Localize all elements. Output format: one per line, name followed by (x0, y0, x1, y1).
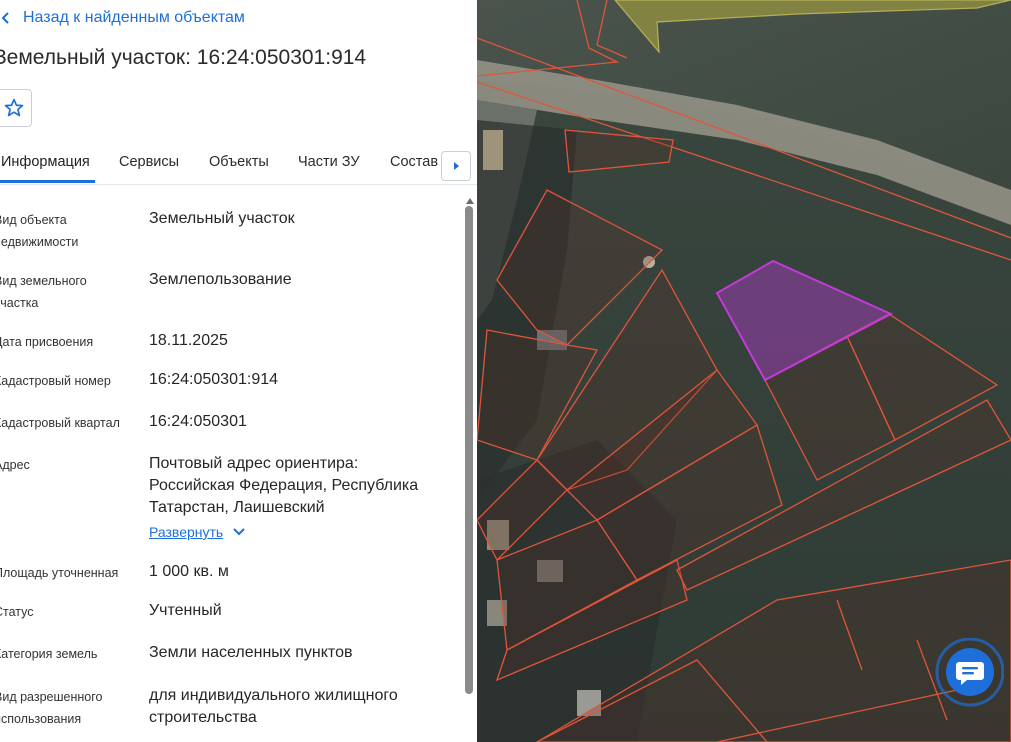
chevron-left-icon (1, 12, 9, 24)
back-link-label: Назад к найденным объектам (23, 9, 245, 26)
info-label: Вид земельного участка (0, 274, 87, 310)
info-label: Категория земель (0, 647, 98, 661)
page-title: Земельный участок: 16:24:050301:914 (0, 46, 367, 69)
info-value: 1 000 кв. м (149, 563, 229, 580)
info-value: Учтенный (149, 602, 222, 619)
info-value: Почтовый адрес ориентира: Российская Фед… (149, 455, 419, 516)
map-view[interactable] (477, 0, 1011, 742)
scroll-up-arrow-icon[interactable] (466, 198, 474, 204)
back-to-results-link[interactable]: Назад к найденным объектам (0, 6, 245, 30)
info-panel: Назад к найденным объектам Земельный уча… (0, 0, 477, 742)
tabs-scroll-right-button[interactable] (441, 151, 471, 181)
expand-label: Развернуть (149, 524, 224, 540)
info-label: Кадастровый квартал (0, 416, 120, 430)
info-value: 16:24:050301:914 (149, 371, 279, 388)
tab-composition[interactable]: Состав (390, 154, 438, 170)
info-label: Адрес (0, 458, 30, 472)
map-building (483, 130, 503, 170)
chevron-down-icon (233, 528, 245, 536)
info-value: Землепользование (149, 271, 292, 288)
info-value: для индивидуального жилищного строительс… (149, 687, 398, 726)
info-label: Дата присвоения (0, 335, 94, 349)
star-icon (4, 98, 24, 117)
tab-land-parts[interactable]: Части ЗУ (298, 154, 360, 170)
info-value: Земли населенных пунктов (149, 644, 353, 661)
info-value: 18.11.2025 (149, 332, 228, 349)
active-tab-indicator (0, 180, 95, 183)
info-label: Вид объекта недвижимости (0, 213, 79, 249)
favorite-button[interactable] (0, 89, 32, 127)
info-label: Статус (0, 605, 34, 619)
info-label: Кадастровый номер (0, 374, 111, 388)
info-label: Вид разрешенного использования (0, 690, 103, 726)
chevron-right-icon (454, 162, 459, 170)
chat-button[interactable] (934, 637, 1005, 708)
chat-icon (935, 637, 1005, 707)
info-label: Площадь уточненная (0, 566, 119, 580)
scrollbar-thumb[interactable] (465, 206, 473, 694)
tab-objects[interactable]: Объекты (209, 154, 269, 170)
tab-services[interactable]: Сервисы (119, 154, 179, 170)
satellite-map[interactable] (477, 0, 1011, 742)
address-expand-link[interactable]: Развернуть (149, 524, 245, 540)
info-value: Земельный участок (149, 210, 295, 227)
info-value: 16:24:050301 (149, 413, 247, 430)
tab-information[interactable]: Информация (1, 154, 90, 170)
